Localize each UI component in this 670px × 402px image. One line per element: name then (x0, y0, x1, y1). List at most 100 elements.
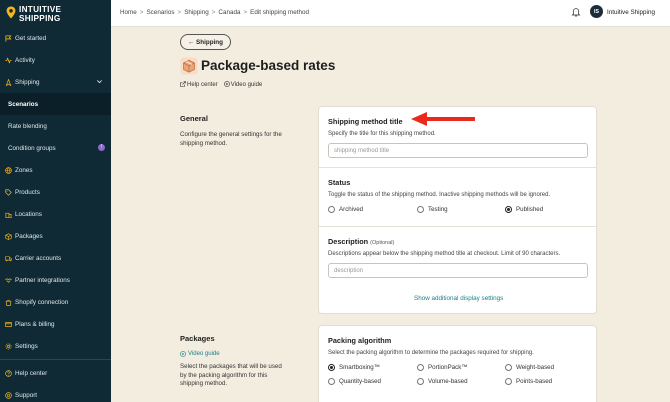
card-divider (319, 226, 596, 227)
sidebar-item-condition-groups[interactable]: Condition groups ! (0, 137, 111, 159)
truck-icon (5, 255, 12, 262)
sidebar-item-packages[interactable]: Packages (0, 225, 111, 247)
general-section-desc: Configure the general settings for the s… (180, 131, 282, 147)
status-radio-archived[interactable]: Archived (328, 206, 363, 213)
sidebar-item-plans-billing[interactable]: Plans & billing (0, 313, 111, 335)
breadcrumb-current: Edit shipping method (250, 9, 309, 16)
tag-icon (5, 188, 12, 196)
logo-line1: INTUITIVE (19, 5, 62, 14)
info-badge: ! (98, 144, 105, 151)
radio-label: Testing (428, 206, 448, 213)
external-link-icon (180, 81, 186, 87)
topbar: Home > Scenarios > Shipping > Canada > E… (111, 0, 670, 27)
sidebar-item-activity[interactable]: Activity (0, 49, 111, 71)
general-section-title: General (180, 114, 208, 123)
sidebar-item-label: Carrier accounts (15, 254, 62, 262)
video-guide-label: Video guide (188, 351, 220, 357)
sidebar-item-label: Support (15, 391, 38, 399)
sidebar-item-carrier-accounts[interactable]: Carrier accounts (0, 247, 111, 269)
handshake-icon (5, 277, 12, 284)
radio-circle[interactable] (328, 206, 335, 213)
user-name[interactable]: Intuitive Shipping (607, 9, 655, 16)
breadcrumb-separator: > (243, 9, 248, 16)
sidebar-item-label: Shopify connection (15, 298, 69, 306)
radio-circle[interactable] (417, 206, 424, 213)
building-icon (5, 211, 12, 218)
breadcrumb-scenarios[interactable]: Scenarios (146, 9, 174, 16)
sidebar-item-label: Condition groups (8, 144, 56, 152)
sidebar-item-label: Scenarios (8, 100, 39, 108)
method-title-label: Shipping method title (328, 117, 403, 126)
sidebar-item-partner-integrations[interactable]: Partner integrations (0, 269, 111, 291)
status-desc: Toggle the status of the shipping method… (328, 192, 551, 198)
radio-circle-selected[interactable] (328, 364, 335, 371)
radio-label: Points-based (516, 378, 553, 385)
sidebar-item-settings[interactable]: Settings (0, 335, 111, 357)
packing-radio-volume-based[interactable]: Volume-based (417, 378, 468, 385)
general-card: Shipping method title Specify the title … (318, 106, 597, 314)
packing-radio-smartboxing[interactable]: Smartboxing™ (328, 364, 380, 371)
package-icon (180, 57, 198, 75)
radio-label: Weight-based (516, 364, 555, 371)
bell-icon[interactable] (571, 7, 581, 17)
breadcrumb-shipping[interactable]: Shipping (184, 9, 209, 16)
back-to-shipping-button[interactable]: ← Shipping (180, 34, 231, 50)
gear-icon (5, 343, 12, 350)
card-icon (5, 321, 12, 328)
breadcrumb-separator: > (211, 9, 216, 16)
description-input[interactable]: description (328, 263, 588, 278)
packing-radio-quantity-based[interactable]: Quantity-based (328, 378, 381, 385)
help-icon (5, 369, 12, 377)
packing-algorithm-desc: Select the packing algorithm to determin… (328, 350, 534, 356)
logo-pin-icon (6, 6, 16, 19)
logo[interactable]: INTUITIVE SHIPPING (6, 5, 61, 23)
packing-algorithm-label: Packing algorithm (328, 336, 392, 345)
radio-label: Smartboxing™ (339, 364, 380, 371)
radio-circle-selected[interactable] (505, 206, 512, 213)
breadcrumb-home[interactable]: Home (120, 9, 137, 16)
sidebar-item-zones[interactable]: Zones (0, 159, 111, 181)
packing-radio-weight-based[interactable]: Weight-based (505, 364, 554, 371)
sidebar: INTUITIVE SHIPPING Get started Activity … (0, 0, 111, 402)
sidebar-item-get-started[interactable]: Get started (0, 27, 111, 49)
sidebar-item-label: Products (15, 188, 40, 196)
help-links: Help center Video guide (180, 81, 262, 88)
sidebar-item-scenarios[interactable]: Scenarios (0, 93, 111, 115)
status-label: Status (328, 178, 351, 187)
breadcrumb-canada[interactable]: Canada (218, 9, 240, 16)
sidebar-item-locations[interactable]: Locations (0, 203, 111, 225)
packing-radio-points-based[interactable]: Points-based (505, 378, 552, 385)
radio-circle[interactable] (417, 378, 424, 385)
breadcrumb: Home > Scenarios > Shipping > Canada > E… (120, 9, 309, 16)
sidebar-item-shopify-connection[interactable]: Shopify connection (0, 291, 111, 313)
sidebar-item-label: Zones (15, 166, 33, 174)
radio-circle[interactable] (328, 378, 335, 385)
radio-circle[interactable] (505, 378, 512, 385)
status-radio-testing[interactable]: Testing (417, 206, 448, 213)
status-radio-published[interactable]: Published (505, 206, 543, 213)
activity-icon (5, 56, 12, 64)
sidebar-item-help-center[interactable]: Help center (0, 362, 111, 384)
sidebar-item-rate-blending[interactable]: Rate blending (0, 115, 111, 137)
show-display-settings-link[interactable]: Show additional display settings (414, 295, 503, 302)
radio-circle[interactable] (417, 364, 424, 371)
shopify-icon (5, 299, 12, 306)
packages-video-guide-link[interactable]: Video guide (180, 351, 220, 357)
chevron-down-icon[interactable] (96, 78, 103, 85)
radio-label: PortionPack™ (428, 364, 468, 371)
video-guide-label: Video guide (230, 82, 263, 88)
radio-circle[interactable] (505, 364, 512, 371)
help-center-label: Help center (187, 82, 218, 88)
sidebar-item-products[interactable]: Products (0, 181, 111, 203)
sidebar-item-shipping[interactable]: Shipping (0, 71, 111, 93)
packing-radio-portionpack[interactable]: PortionPack™ (417, 364, 468, 371)
avatar[interactable]: IS (590, 5, 603, 18)
description-desc: Descriptions appear below the shipping m… (328, 251, 561, 257)
sidebar-item-support[interactable]: Support (0, 384, 111, 402)
radio-label: Volume-based (428, 378, 468, 385)
method-title-input[interactable]: shipping method title (328, 143, 588, 158)
help-center-link[interactable]: Help center (180, 81, 218, 88)
red-arrow-annotation (411, 112, 475, 126)
video-guide-link[interactable]: Video guide (223, 81, 263, 88)
radio-label: Quantity-based (339, 378, 381, 385)
